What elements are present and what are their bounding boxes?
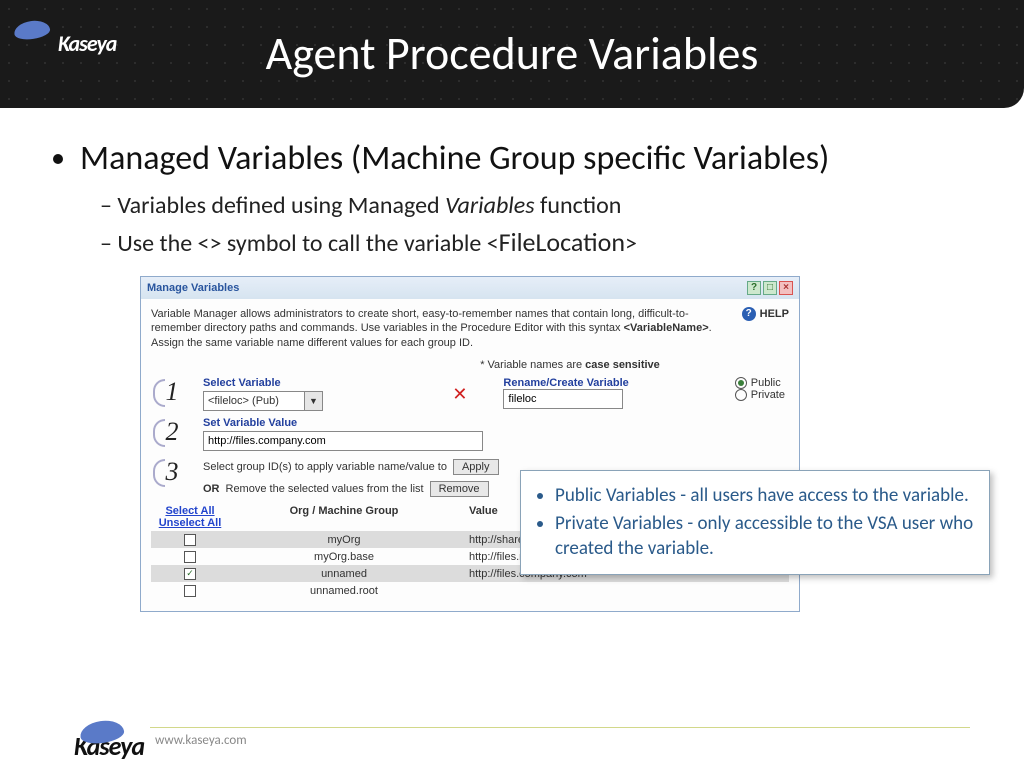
step-3-number: 3 — [159, 457, 185, 487]
remove-instruction: Remove the selected values from the list — [226, 483, 424, 495]
help-link[interactable]: ? HELP — [742, 307, 789, 321]
table-row: unnamed.root — [151, 582, 789, 599]
row-checkbox[interactable] — [184, 551, 196, 563]
footer-divider — [150, 727, 970, 728]
delete-x-icon[interactable]: ✕ — [452, 384, 467, 405]
select-all-link[interactable]: Select All — [151, 505, 229, 517]
variable-value-input[interactable] — [203, 431, 483, 451]
apply-button[interactable]: Apply — [453, 459, 499, 475]
rename-create-label: Rename/Create Variable — [503, 377, 716, 389]
unselect-all-link[interactable]: Unselect All — [151, 517, 229, 529]
row-checkbox[interactable] — [184, 534, 196, 546]
step-2-number: 2 — [159, 417, 185, 447]
help-icon[interactable]: ? — [747, 281, 761, 295]
row-checkbox[interactable] — [184, 585, 196, 597]
case-sensitive-note: * Variable names are case sensitive — [351, 359, 789, 371]
question-icon: ? — [742, 307, 756, 321]
apply-instruction: Select group ID(s) to apply variable nam… — [203, 461, 447, 473]
maximize-icon[interactable]: □ — [763, 281, 777, 295]
remove-button[interactable]: Remove — [430, 481, 489, 497]
callout-private: Private Variables - only accessible to t… — [555, 511, 975, 562]
header-logo: Kaseya — [18, 30, 116, 57]
th-org: Org / Machine Group — [229, 505, 459, 529]
dialog-title: Manage Variables — [147, 282, 239, 294]
callout-public: Public Variables - all users have access… — [555, 483, 975, 509]
variable-scope-callout: Public Variables - all users have access… — [520, 470, 990, 575]
row-checkbox[interactable]: ✓ — [184, 568, 196, 580]
chevron-down-icon: ▼ — [304, 392, 322, 410]
footer-logo: Kaseya — [26, 730, 144, 762]
public-radio[interactable]: Public — [735, 377, 785, 389]
private-radio[interactable]: Private — [735, 389, 785, 401]
radio-icon — [735, 377, 747, 389]
dialog-titlebar: Manage Variables ? □ × — [141, 277, 799, 299]
rename-input[interactable] — [503, 389, 623, 409]
close-icon[interactable]: × — [779, 281, 793, 295]
set-value-label: Set Variable Value — [203, 417, 789, 429]
step-1-number: 1 — [159, 377, 185, 407]
select-variable-dropdown[interactable]: <fileloc> (Pub) ▼ — [203, 391, 323, 411]
slide-title: Agent Procedure Variables — [266, 26, 759, 82]
bullet-sub2: Use the <> symbol to call the variable <… — [100, 226, 964, 258]
logo-text: Kaseya — [58, 30, 116, 57]
bullet-sub1: Variables defined using Managed Variable… — [100, 191, 964, 220]
footer-url: www.kaseya.com — [155, 733, 247, 748]
select-variable-label: Select Variable — [203, 377, 416, 389]
dialog-description: Variable Manager allows administrators t… — [151, 307, 732, 352]
radio-icon — [735, 389, 747, 401]
slide-header: Kaseya Agent Procedure Variables — [0, 0, 1024, 108]
bullet-main: Managed Variables (Machine Group specifi… — [80, 138, 964, 181]
